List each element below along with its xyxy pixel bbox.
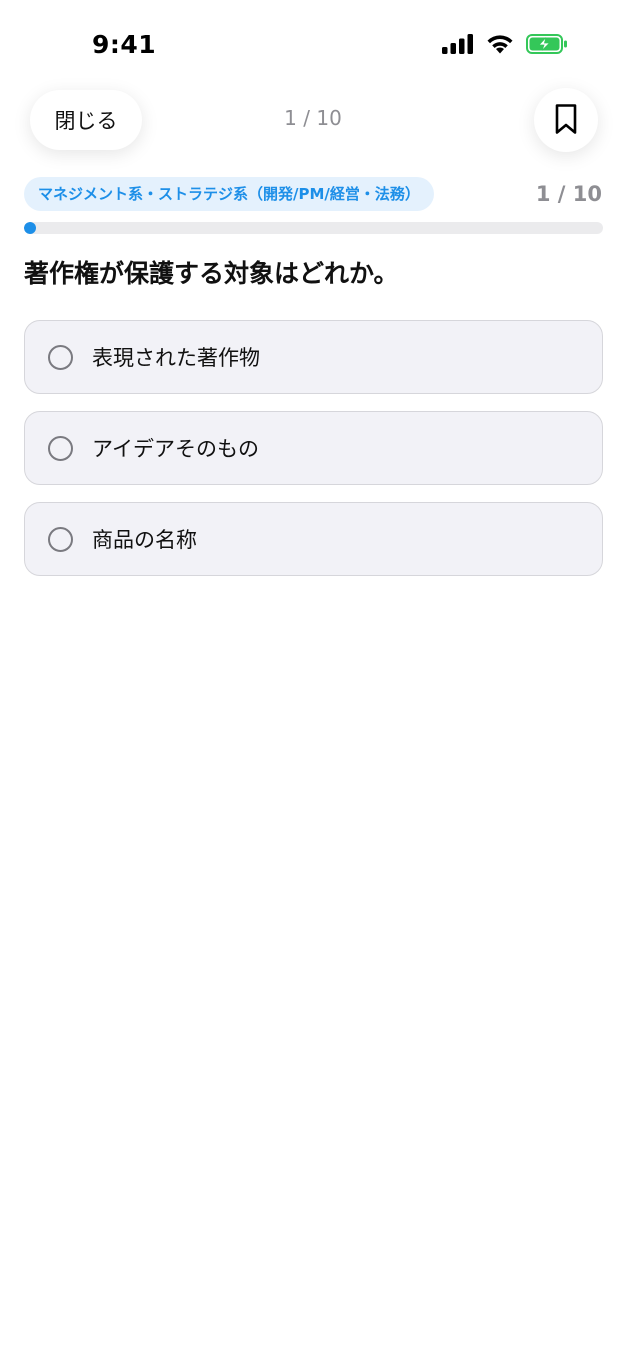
status-time: 9:41 — [92, 30, 157, 59]
answer-options: 表現された著作物 アイデアそのもの 商品の名称 — [24, 320, 603, 593]
status-bar: 9:41 — [0, 0, 626, 92]
wifi-icon — [486, 34, 514, 58]
answer-option[interactable]: 商品の名称 — [24, 502, 603, 576]
bookmark-button[interactable] — [534, 88, 598, 152]
progress-counter: 1 / 10 — [535, 182, 602, 206]
nav-question-counter: 1 / 10 — [284, 106, 342, 130]
question-text: 著作権が保護する対象はどれか。 — [24, 259, 399, 288]
cellular-signal-icon — [442, 34, 474, 58]
progress-bar-fill — [24, 222, 36, 234]
answer-option-label: 表現された著作物 — [92, 346, 260, 370]
answer-option-label: 商品の名称 — [92, 528, 197, 552]
radio-button-icon[interactable] — [48, 435, 73, 461]
quiz-screen: 9:41 閉じる 1 / 10 マネジメント系・ストラテジ系（開発/PM/経営・… — [0, 0, 626, 1360]
radio-button-icon[interactable] — [48, 344, 73, 370]
radio-button-icon[interactable] — [48, 526, 73, 552]
category-badge: マネジメント系・ストラテジ系（開発/PM/経営・法務） — [24, 177, 434, 211]
answer-option[interactable]: アイデアそのもの — [24, 411, 603, 485]
bookmark-icon — [554, 103, 578, 138]
answer-option[interactable]: 表現された著作物 — [24, 320, 603, 394]
answer-option-label: アイデアそのもの — [92, 437, 259, 461]
progress-bar — [24, 222, 603, 234]
status-icons — [442, 34, 568, 58]
battery-charging-icon — [526, 34, 568, 58]
